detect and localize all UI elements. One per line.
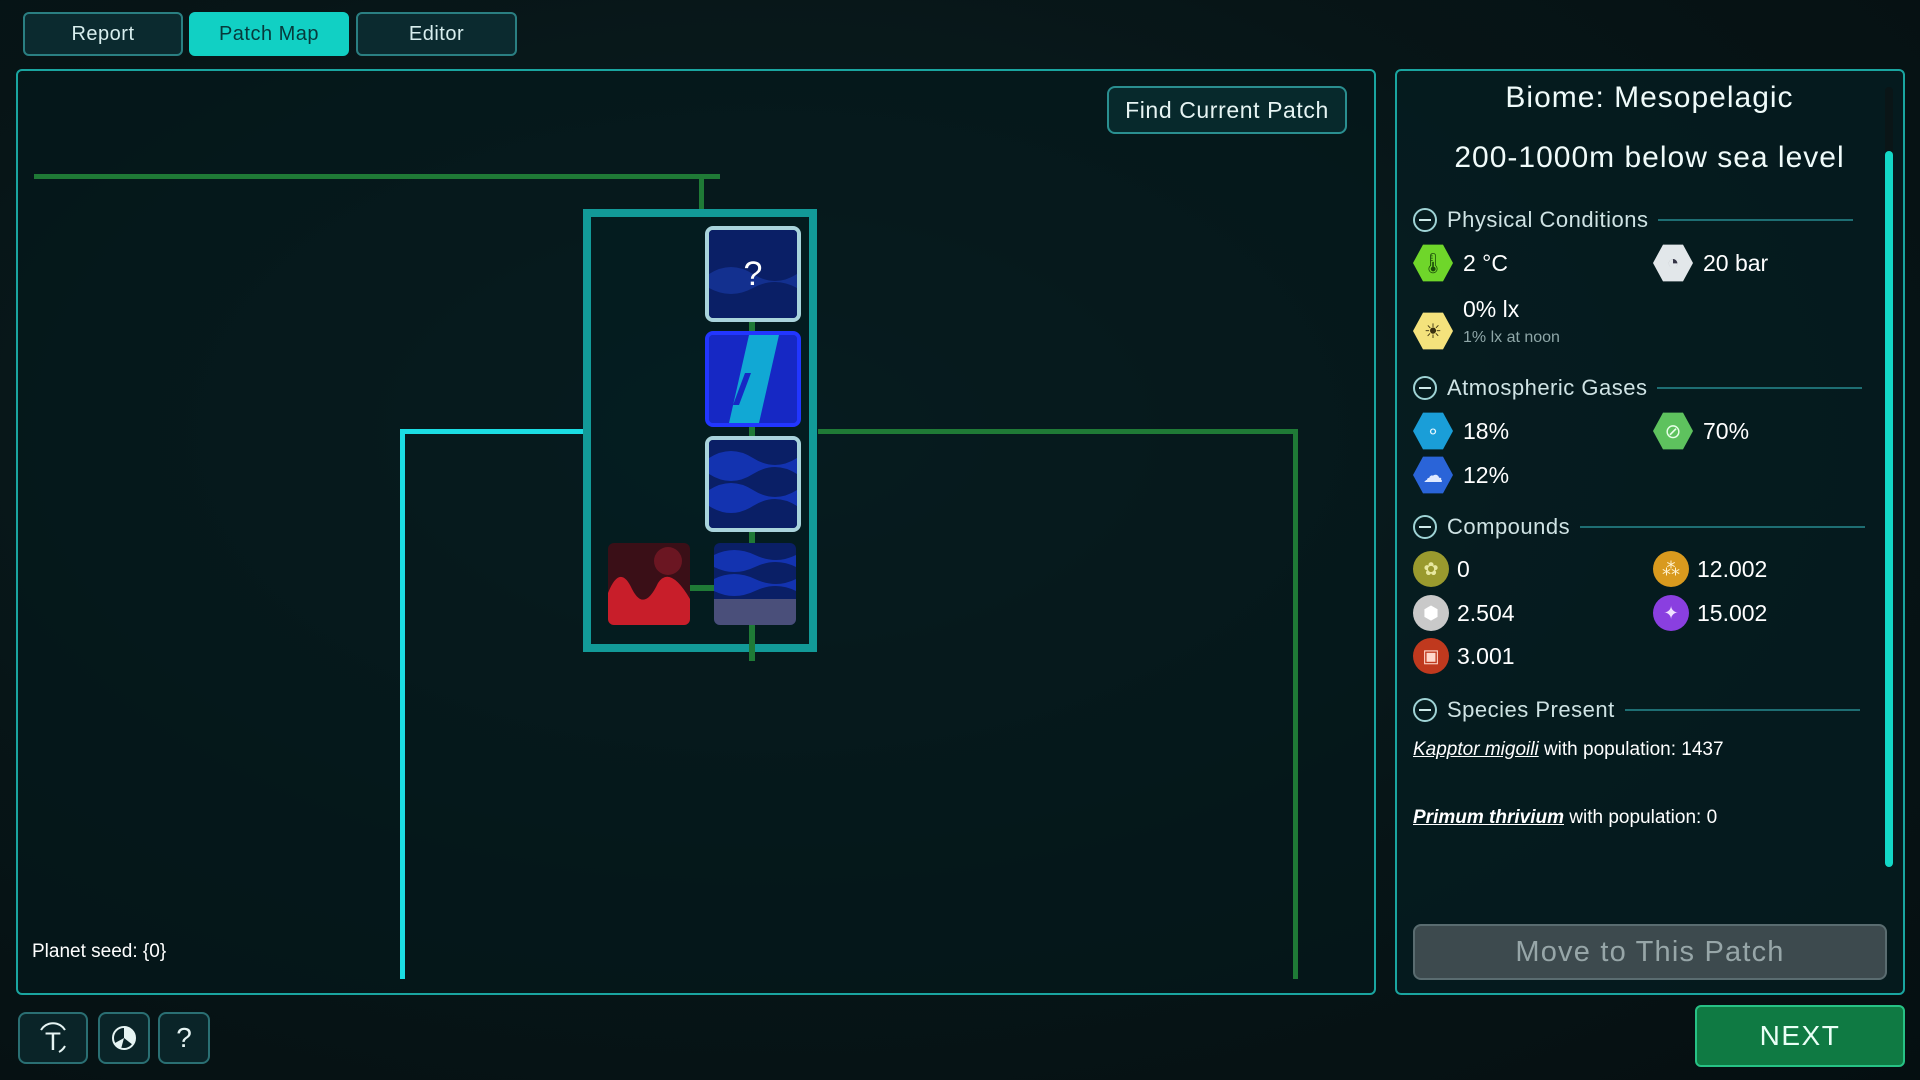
iron-icon: ▣ — [1413, 638, 1449, 674]
temperature-icon: 🌡 — [1413, 244, 1453, 282]
species-present-header[interactable]: Species Present — [1413, 695, 1860, 725]
hydrogen-sulfide-value: 15.002 — [1697, 599, 1768, 626]
section-label: Compounds — [1447, 514, 1571, 539]
species-entry[interactable]: Primum thrivium with population: 0 — [1413, 807, 1717, 829]
divider — [1658, 219, 1854, 221]
depth-label: 200-1000m below sea level — [1454, 141, 1845, 174]
theme-icon — [112, 1026, 136, 1050]
collapse-icon[interactable] — [1413, 698, 1437, 722]
patch-seafloor[interactable] — [714, 543, 796, 625]
divider — [1580, 526, 1866, 528]
tab-editor[interactable]: Editor — [356, 12, 517, 56]
text-icon: T — [40, 1022, 66, 1056]
species-entry[interactable]: Kapptor migoili with population: 1437 — [1413, 739, 1724, 761]
patch-bathypelagic[interactable] — [705, 436, 801, 532]
collapse-icon[interactable] — [1413, 515, 1437, 539]
species-name-link[interactable]: Kapptor migoili — [1413, 739, 1539, 760]
theme-button[interactable] — [98, 1012, 150, 1064]
biome-title: Biome: Mesopelagic — [1505, 81, 1794, 114]
physical-conditions-header[interactable]: Physical Conditions — [1413, 205, 1854, 235]
oxygen-stat: ∘ 18% — [1413, 411, 1509, 451]
pressure-stat: ◔ 20 bar — [1653, 243, 1768, 283]
co2-stat: ☁ 12% — [1413, 455, 1509, 495]
text-toggle-button[interactable]: T — [18, 1012, 88, 1064]
tab-report[interactable]: Report — [23, 12, 183, 56]
map-connection-line — [34, 174, 720, 179]
nitrogen-icon: ⊘ — [1653, 412, 1693, 450]
patch-mesopelagic-selected[interactable] — [705, 331, 801, 427]
temperature-value: 2 °C — [1463, 249, 1508, 276]
patch-map-panel[interactable]: Find Current Patch ? Planet seed: {0} — [16, 69, 1376, 995]
wave-icon — [709, 440, 797, 528]
svg-text:T: T — [45, 1028, 61, 1056]
co2-value: 12% — [1463, 461, 1510, 488]
oxygen-icon: ∘ — [1413, 412, 1453, 450]
patch-vents[interactable] — [608, 543, 690, 625]
map-connection-line — [400, 429, 405, 979]
light-beam-icon — [709, 335, 797, 423]
divider — [1657, 387, 1863, 389]
ammonia-value: 12.002 — [1697, 555, 1768, 582]
map-connection-line — [400, 429, 588, 434]
nitrogen-value: 70% — [1703, 417, 1750, 444]
glucose-icon: ✿ — [1413, 551, 1449, 587]
glucose-value: 0 — [1457, 555, 1470, 582]
pressure-icon: ◔ — [1653, 244, 1693, 282]
map-connection-line — [818, 429, 1298, 434]
map-connection-line — [1293, 429, 1298, 979]
map-connection-line — [699, 174, 704, 214]
phosphate-icon: ⬢ — [1413, 595, 1449, 631]
patch-info-panel: Biome: Mesopelagic 200-1000m below sea l… — [1395, 69, 1905, 995]
volcano-icon — [608, 543, 690, 625]
ammonia-stat: ⁂ 12.002 — [1653, 551, 1767, 587]
hydrogen-sulfide-stat: ✦ 15.002 — [1653, 595, 1767, 631]
collapse-icon[interactable] — [1413, 376, 1437, 400]
hydrogen-sulfide-icon: ✦ — [1653, 595, 1689, 631]
temperature-stat: 🌡 2 °C — [1413, 243, 1508, 283]
next-button[interactable]: NEXT — [1695, 1005, 1905, 1067]
section-label: Atmospheric Gases — [1447, 375, 1648, 400]
light-icon: ☀ — [1413, 312, 1453, 350]
section-label: Species Present — [1447, 697, 1615, 722]
seafloor-icon — [714, 543, 796, 625]
light-noon: 1% lx at noon — [1463, 329, 1560, 346]
atmospheric-gases-header[interactable]: Atmospheric Gases — [1413, 373, 1863, 403]
collapse-icon[interactable] — [1413, 208, 1437, 232]
help-icon: ? — [176, 1022, 192, 1053]
iron-value: 3.001 — [1457, 642, 1515, 669]
pressure-value: 20 bar — [1703, 249, 1769, 276]
scrollbar-thumb[interactable] — [1885, 151, 1893, 867]
compounds-header[interactable]: Compounds — [1413, 512, 1866, 542]
species-name-link[interactable]: Primum thrivium — [1413, 807, 1564, 828]
oxygen-value: 18% — [1463, 417, 1510, 444]
iron-stat: ▣ 3.001 — [1413, 638, 1515, 674]
ammonia-icon: ⁂ — [1653, 551, 1689, 587]
planet-seed: Planet seed: {0} — [32, 941, 167, 962]
species-population: with population: 0 — [1569, 807, 1718, 828]
phosphate-value: 2.504 — [1457, 599, 1515, 626]
species-population: with population: 1437 — [1543, 739, 1724, 760]
patch-unknown[interactable]: ? — [705, 226, 801, 322]
unknown-mark: ? — [743, 254, 763, 293]
move-to-patch-button[interactable]: Move to This Patch — [1413, 924, 1887, 980]
help-button[interactable]: ? — [158, 1012, 210, 1064]
glucose-stat: ✿ 0 — [1413, 551, 1470, 587]
phosphate-stat: ⬢ 2.504 — [1413, 595, 1515, 631]
divider — [1624, 709, 1860, 711]
find-current-patch-button[interactable]: Find Current Patch — [1107, 86, 1347, 134]
tab-patch-map[interactable]: Patch Map — [189, 12, 349, 56]
section-label: Physical Conditions — [1447, 207, 1649, 232]
light-value: 0% lx — [1463, 295, 1520, 322]
nitrogen-stat: ⊘ 70% — [1653, 411, 1749, 451]
co2-icon: ☁ — [1413, 456, 1453, 494]
